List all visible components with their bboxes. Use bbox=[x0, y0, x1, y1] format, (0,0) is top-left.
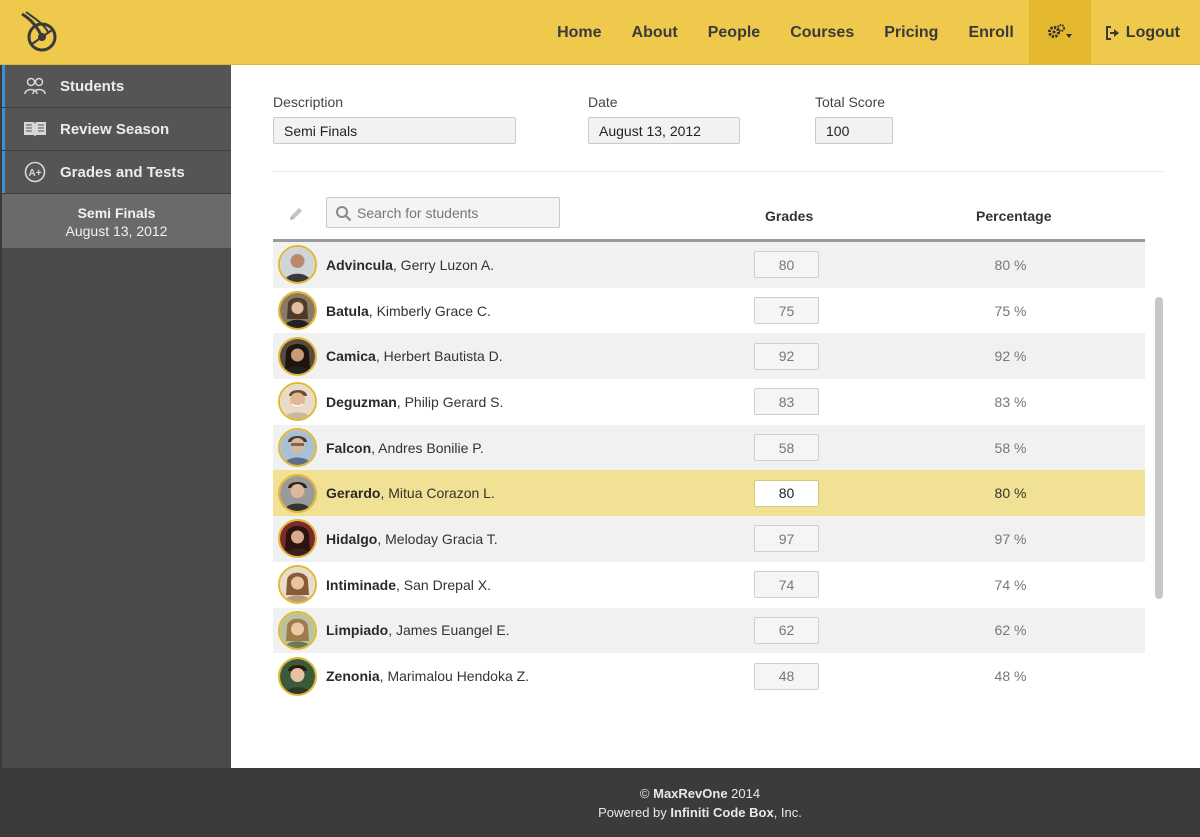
grade-input[interactable] bbox=[754, 616, 819, 644]
footer: © MaxRevOne 2014 Powered by Infiniti Cod… bbox=[0, 768, 1200, 837]
table-row[interactable]: Limpiado, James Euangel E. 62 % bbox=[273, 607, 1145, 654]
student-name: Camica, Herbert Bautista D. bbox=[326, 348, 503, 365]
gears-icon bbox=[1047, 23, 1072, 38]
avatar bbox=[278, 656, 317, 696]
percentage-value: 83 % bbox=[994, 393, 1027, 410]
student-name: Deguzman, Philip Gerard S. bbox=[326, 393, 504, 410]
grades-column-header: Grades bbox=[765, 208, 814, 224]
table-row[interactable]: Advincula, Gerry Luzon A. 80 % bbox=[273, 242, 1145, 288]
logout-icon bbox=[1105, 25, 1119, 40]
book-icon bbox=[22, 118, 48, 140]
grade-input[interactable] bbox=[754, 297, 819, 325]
grade-input[interactable] bbox=[754, 342, 819, 370]
table-row[interactable]: Intiminade, San Drepal X. 74 % bbox=[273, 561, 1145, 608]
avatar bbox=[278, 565, 317, 605]
table-scrollbar[interactable] bbox=[1155, 297, 1163, 599]
grade-input[interactable] bbox=[754, 662, 819, 690]
sidebar-item-label: Review Season bbox=[60, 120, 170, 138]
student-name: Hidalgo, Meloday Gracia T. bbox=[326, 530, 498, 547]
description-input[interactable] bbox=[273, 117, 516, 144]
date-label: Date bbox=[588, 94, 618, 110]
grade-input[interactable] bbox=[754, 571, 819, 599]
nav-home[interactable]: Home bbox=[542, 0, 616, 65]
percentage-value: 48 % bbox=[994, 668, 1027, 685]
search-input[interactable] bbox=[357, 202, 553, 224]
grade-input[interactable] bbox=[754, 388, 819, 416]
percentage-value: 58 % bbox=[994, 439, 1027, 456]
table-row[interactable]: Hidalgo, Meloday Gracia T. 97 % bbox=[273, 516, 1145, 562]
avatar bbox=[278, 245, 317, 285]
table-row[interactable]: Camica, Herbert Bautista D. 92 % bbox=[273, 333, 1145, 380]
logo-icon[interactable] bbox=[18, 10, 60, 56]
table-row[interactable]: Batula, Kimberly Grace C. 75 % bbox=[273, 287, 1145, 334]
grades-table: Advincula, Gerry Luzon A. 80 % Batula, K… bbox=[273, 242, 1145, 699]
nav-about[interactable]: About bbox=[617, 0, 693, 65]
main-nav: Home About People Courses Pricing Enroll… bbox=[542, 0, 1200, 65]
percentage-value: 97 % bbox=[994, 530, 1027, 547]
student-search bbox=[326, 197, 560, 228]
sidebar-item-label: Grades and Tests bbox=[60, 163, 185, 181]
avatar bbox=[278, 428, 317, 468]
sidebar: Students Review Season A+ Grades and Tes… bbox=[0, 65, 231, 772]
nav-pricing[interactable]: Pricing bbox=[869, 0, 953, 65]
student-name: Intiminade, San Drepal X. bbox=[326, 576, 491, 593]
percentage-column-header: Percentage bbox=[976, 208, 1052, 224]
student-name: Advincula, Gerry Luzon A. bbox=[326, 256, 495, 273]
table-row[interactable]: Falcon, Andres Bonilie P. 58 % bbox=[273, 424, 1145, 471]
table-row-selected[interactable]: Gerardo, Mitua Corazon L. 80 % bbox=[273, 470, 1145, 517]
pencil-icon[interactable] bbox=[287, 205, 305, 223]
total-score-input[interactable] bbox=[815, 117, 893, 144]
sidebar-item-label: Students bbox=[60, 77, 125, 95]
date-input[interactable] bbox=[588, 117, 740, 144]
avatar bbox=[278, 291, 317, 331]
percentage-value: 74 % bbox=[994, 576, 1027, 593]
percentage-value: 75 % bbox=[994, 302, 1027, 319]
percentage-value: 80 % bbox=[994, 256, 1027, 273]
subitem-title: Semi Finals bbox=[77, 205, 156, 221]
section-divider bbox=[273, 171, 1164, 172]
grade-input[interactable] bbox=[754, 434, 819, 462]
student-name: Limpiado, James Euangel E. bbox=[326, 622, 510, 639]
top-nav-bar: Home About People Courses Pricing Enroll… bbox=[0, 0, 1200, 65]
avatar bbox=[278, 473, 317, 513]
avatar bbox=[278, 610, 317, 650]
search-icon bbox=[336, 206, 352, 222]
grade-input[interactable] bbox=[754, 479, 819, 507]
percentage-value: 92 % bbox=[994, 348, 1027, 365]
a-plus-icon: A+ bbox=[22, 161, 48, 183]
student-name: Falcon, Andres Bonilie P. bbox=[326, 439, 484, 456]
student-name: Zenonia, Marimalou Hendoka Z. bbox=[326, 668, 530, 685]
sidebar-item-review-season[interactable]: Review Season bbox=[2, 108, 231, 151]
total-score-label: Total Score bbox=[815, 94, 886, 110]
avatar bbox=[278, 382, 317, 422]
student-name: Batula, Kimberly Grace C. bbox=[326, 302, 491, 319]
percentage-value: 80 % bbox=[994, 485, 1027, 502]
student-name: Gerardo, Mitua Corazon L. bbox=[326, 485, 495, 502]
grade-input[interactable] bbox=[754, 525, 819, 553]
footer-powered-by: Powered by Infiniti Code Box, Inc. bbox=[598, 805, 802, 820]
users-icon bbox=[22, 75, 48, 97]
logout-button[interactable]: Logout bbox=[1091, 0, 1200, 65]
description-label: Description bbox=[273, 94, 344, 110]
footer-copyright: © MaxRevOne 2014 bbox=[639, 786, 761, 801]
avatar bbox=[278, 519, 317, 559]
nav-courses[interactable]: Courses bbox=[775, 0, 869, 65]
table-row[interactable]: Deguzman, Philip Gerard S. 83 % bbox=[273, 379, 1145, 425]
logout-label: Logout bbox=[1125, 23, 1180, 41]
sidebar-subitem-semi-finals[interactable]: Semi Finals August 13, 2012 bbox=[2, 194, 231, 248]
sidebar-item-grades-and-tests[interactable]: A+ Grades and Tests bbox=[2, 151, 231, 194]
svg-text:A+: A+ bbox=[29, 168, 42, 179]
avatar bbox=[278, 336, 317, 376]
subitem-date: August 13, 2012 bbox=[65, 223, 168, 239]
percentage-value: 62 % bbox=[994, 622, 1027, 639]
settings-menu-button[interactable] bbox=[1028, 0, 1091, 65]
sidebar-item-students[interactable]: Students bbox=[2, 65, 231, 108]
table-row[interactable]: Zenonia, Marimalou Hendoka Z. 48 % bbox=[273, 653, 1145, 699]
nav-enroll[interactable]: Enroll bbox=[953, 0, 1028, 65]
nav-people[interactable]: People bbox=[693, 0, 775, 65]
grade-input[interactable] bbox=[754, 251, 819, 279]
